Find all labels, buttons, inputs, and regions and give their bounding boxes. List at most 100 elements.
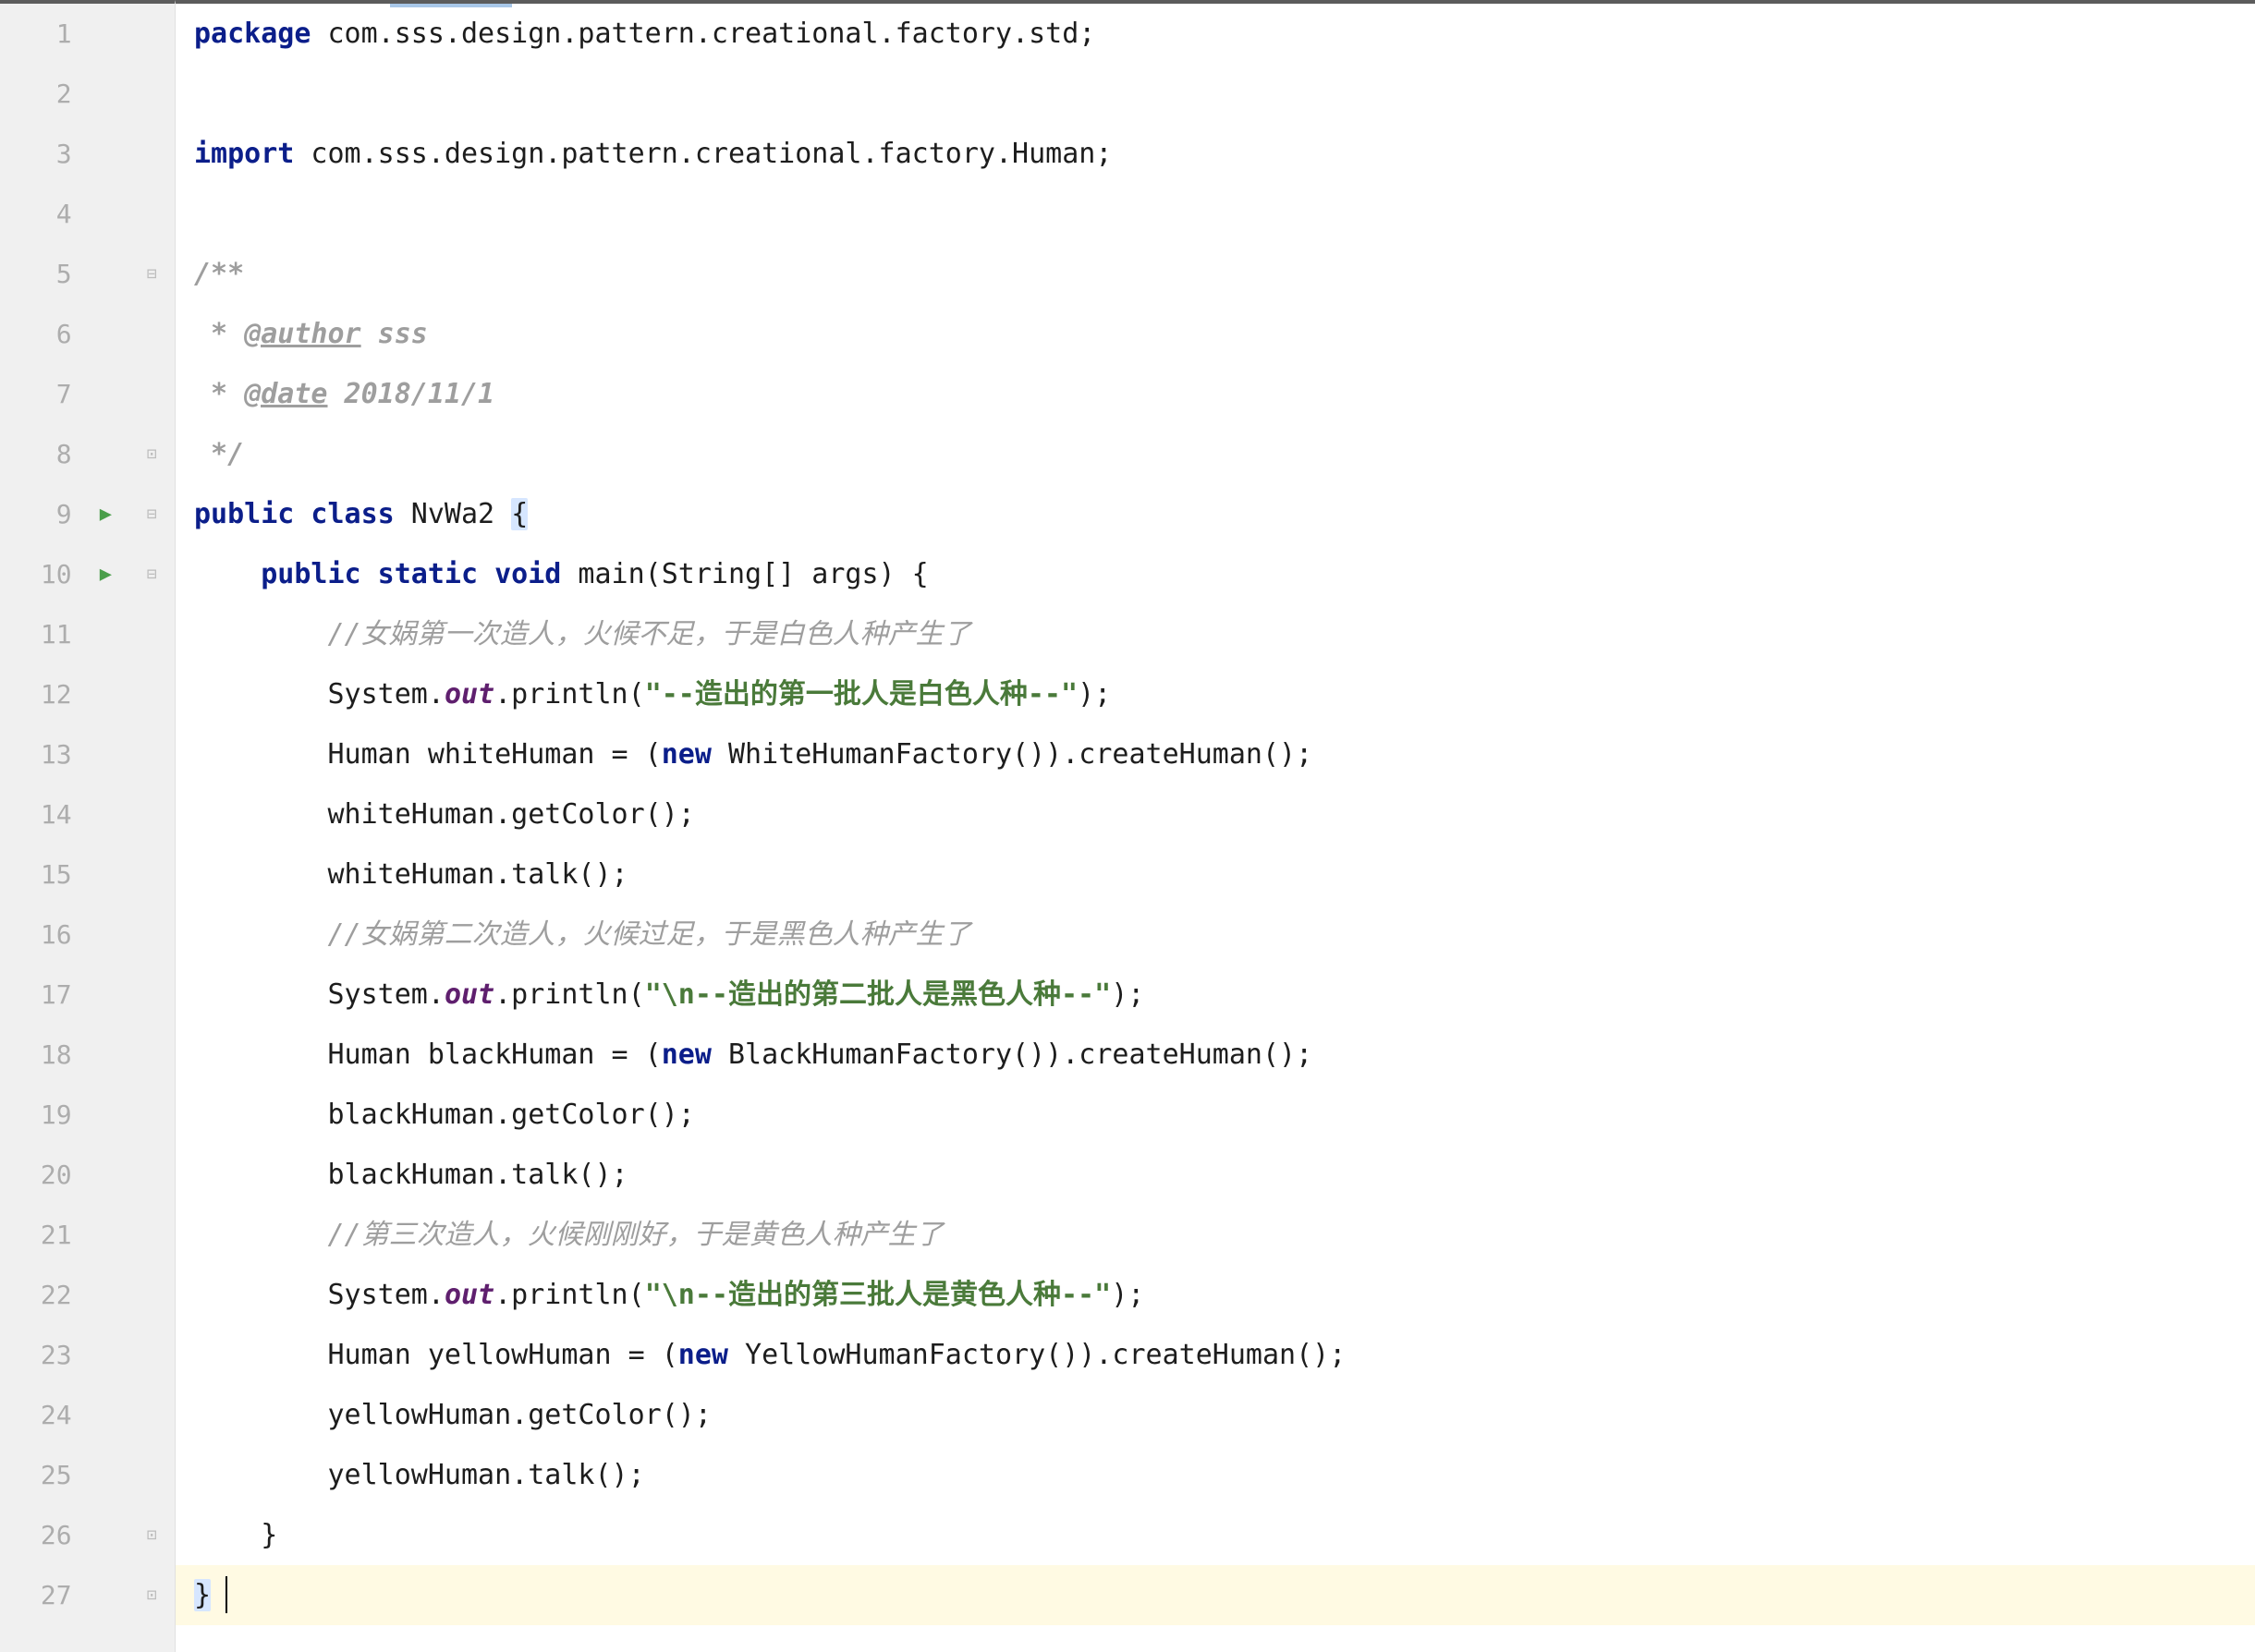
line-number: 8 (0, 424, 72, 484)
code-line-1[interactable]: package com.sss.design.pattern.creationa… (176, 4, 2255, 64)
code-line-26[interactable]: } (176, 1505, 2255, 1565)
brace-close-class: } (194, 1579, 211, 1611)
line-number: 5 (0, 244, 72, 304)
code-line-12[interactable]: System.out.println("--造出的第一批人是白色人种--"); (176, 664, 2255, 724)
class-name: NvWa2 (395, 498, 511, 530)
fold-close-icon[interactable]: ⊡ (147, 444, 157, 464)
comment: //女娲第一次造人，火候不足，于是白色人种产生了 (328, 618, 971, 650)
code-area[interactable]: package com.sss.design.pattern.creationa… (176, 0, 2255, 1652)
line-numbers: 1234567891011121314151617181920212223242… (0, 4, 83, 1652)
fold-column: ⊟ ⊡ ⊟ ⊟ ⊡ ⊡ (128, 4, 175, 1652)
code-line-3[interactable]: import com.sss.design.pattern.creational… (176, 124, 2255, 184)
line-number: 3 (0, 124, 72, 184)
line-number: 2 (0, 64, 72, 124)
code-line-11[interactable]: //女娲第一次造人，火候不足，于是白色人种产生了 (176, 604, 2255, 664)
package-path: com.sss.design.pattern.creational.factor… (311, 18, 1095, 50)
string-literal: "\n--造出的第三批人是黄色人种--" (645, 1279, 1112, 1311)
line-number: 6 (0, 304, 72, 364)
line-number: 14 (0, 784, 72, 844)
keyword-new: new (678, 1339, 728, 1371)
line-number: 10 (0, 544, 72, 604)
code-line-25[interactable]: yellowHuman.talk(); (176, 1445, 2255, 1505)
javadoc-author-val: sss (361, 318, 428, 350)
keyword-main-mods: public static void (261, 558, 561, 590)
javadoc-tag-author: @author (244, 318, 360, 350)
javadoc-date-val: 2018/11/1 (328, 378, 495, 410)
code-line-17[interactable]: System.out.println("\n--造出的第二批人是黑色人种--")… (176, 965, 2255, 1025)
comment: //第三次造人，火候刚刚好，于是黄色人种产生了 (328, 1219, 944, 1251)
code-line-8[interactable]: */ (176, 424, 2255, 484)
line-number: 12 (0, 664, 72, 724)
run-icon[interactable]: ▶ (100, 503, 112, 526)
keyword-new: new (662, 1039, 712, 1071)
fold-close-icon[interactable]: ⊡ (147, 1585, 157, 1605)
javadoc-prefix: * (194, 378, 244, 410)
code-line-9[interactable]: public class NvWa2 { (176, 484, 2255, 544)
line-number: 26 (0, 1505, 72, 1565)
javadoc-prefix: * (194, 318, 244, 350)
line-number: 22 (0, 1265, 72, 1325)
line-number: 16 (0, 905, 72, 965)
code-line-24[interactable]: yellowHuman.getColor(); (176, 1385, 2255, 1445)
line-number: 23 (0, 1325, 72, 1385)
code-line-10[interactable]: public static void main(String[] args) { (176, 544, 2255, 604)
line-number: 1 (0, 4, 72, 64)
code-line-23[interactable]: Human yellowHuman = (new YellowHumanFact… (176, 1325, 2255, 1385)
line-number: 24 (0, 1385, 72, 1445)
field-out: out (445, 1279, 494, 1311)
fold-close-icon[interactable]: ⊡ (147, 1525, 157, 1545)
code-line-19[interactable]: blackHuman.getColor(); (176, 1085, 2255, 1145)
code-line-7[interactable]: * @date 2018/11/1 (176, 364, 2255, 424)
code-line-18[interactable]: Human blackHuman = (new BlackHumanFactor… (176, 1025, 2255, 1085)
javadoc-open: /** (194, 258, 244, 290)
keyword-class-mods: public class (194, 498, 395, 530)
line-number: 7 (0, 364, 72, 424)
keyword-import: import (194, 138, 294, 170)
string-literal: "--造出的第一批人是白色人种--" (645, 678, 1078, 711)
code-line-13[interactable]: Human whiteHuman = (new WhiteHumanFactor… (176, 724, 2255, 784)
import-path: com.sss.design.pattern.creational.factor… (294, 138, 1112, 170)
fold-open-icon[interactable]: ⊟ (147, 565, 157, 584)
code-line-6[interactable]: * @author sss (176, 304, 2255, 364)
code-line-2[interactable] (176, 64, 2255, 124)
text-caret (226, 1576, 227, 1613)
code-line-16[interactable]: //女娲第二次造人，火候过足，于是黑色人种产生了 (176, 905, 2255, 965)
brace-open-highlight: { (511, 498, 528, 530)
keyword-package: package (194, 18, 311, 50)
keyword-new: new (662, 738, 712, 771)
line-number: 13 (0, 724, 72, 784)
code-line-15[interactable]: whiteHuman.talk(); (176, 844, 2255, 905)
comment: //女娲第二次造人，火候过足，于是黑色人种产生了 (328, 918, 971, 951)
field-out: out (445, 678, 494, 711)
main-signature: main(String[] args) { (561, 558, 928, 590)
line-number: 25 (0, 1445, 72, 1505)
line-number: 15 (0, 844, 72, 905)
line-number: 9 (0, 484, 72, 544)
line-number: 11 (0, 604, 72, 664)
code-line-20[interactable]: blackHuman.talk(); (176, 1145, 2255, 1205)
line-number: 18 (0, 1025, 72, 1085)
code-line-21[interactable]: //第三次造人，火候刚刚好，于是黄色人种产生了 (176, 1205, 2255, 1265)
code-line-22[interactable]: System.out.println("\n--造出的第三批人是黄色人种--")… (176, 1265, 2255, 1325)
line-number: 19 (0, 1085, 72, 1145)
fold-open-icon[interactable]: ⊟ (147, 504, 157, 524)
javadoc-close: */ (194, 438, 244, 470)
run-icon[interactable]: ▶ (100, 563, 112, 586)
string-literal: "\n--造出的第二批人是黑色人种--" (645, 978, 1112, 1011)
gutter: 1234567891011121314151617181920212223242… (0, 0, 176, 1652)
code-line-27[interactable]: } (176, 1565, 2255, 1625)
code-line-14[interactable]: whiteHuman.getColor(); (176, 784, 2255, 844)
brace-close-main: } (194, 1519, 277, 1551)
line-number: 27 (0, 1565, 72, 1625)
fold-open-icon[interactable]: ⊟ (147, 264, 157, 284)
top-highlight-bar (390, 4, 512, 7)
line-number: 17 (0, 965, 72, 1025)
gutter-icon-column: ▶▶ (83, 4, 129, 1652)
field-out: out (445, 978, 494, 1011)
line-number: 21 (0, 1205, 72, 1265)
code-line-5[interactable]: /** (176, 244, 2255, 304)
line-number: 20 (0, 1145, 72, 1205)
code-line-4[interactable] (176, 184, 2255, 244)
javadoc-tag-date: @date (244, 378, 327, 410)
line-number: 4 (0, 184, 72, 244)
